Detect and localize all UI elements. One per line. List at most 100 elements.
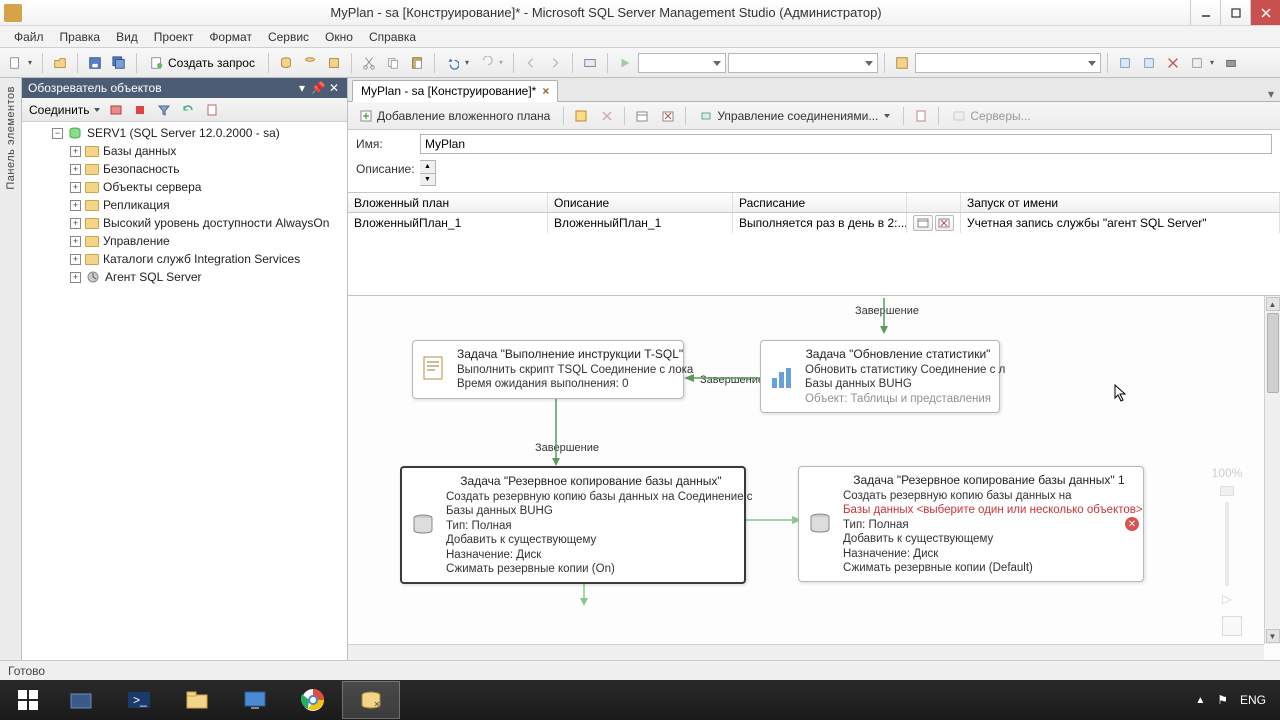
object-explorer-button[interactable] — [1138, 52, 1160, 74]
properties-button[interactable] — [1186, 52, 1208, 74]
taskbar-server-manager[interactable] — [52, 681, 110, 719]
tree-expand-icon[interactable]: + — [70, 164, 81, 175]
db-query-button[interactable] — [275, 52, 297, 74]
manage-connections-button[interactable]: Управление соединениями... — [692, 105, 897, 127]
connect-dropdown[interactable]: Соединить — [26, 103, 103, 117]
redo-button[interactable] — [475, 52, 497, 74]
tree-agent[interactable]: Агент SQL Server — [105, 270, 202, 284]
tree-expand-icon[interactable]: + — [70, 254, 81, 265]
menu-help[interactable]: Справка — [361, 28, 424, 46]
object-tree[interactable]: − SERV1 (SQL Server 12.0.2000 - sa) +Баз… — [22, 122, 347, 660]
tree-management[interactable]: Управление — [103, 234, 170, 248]
menu-file[interactable]: Файл — [6, 28, 52, 46]
db-query-2-button[interactable] — [299, 52, 321, 74]
find-button[interactable] — [579, 52, 601, 74]
schedule-button[interactable] — [631, 105, 653, 127]
document-tab[interactable]: MyPlan - sa [Конструирование]* × — [352, 80, 558, 102]
taskbar-chrome[interactable] — [284, 681, 342, 719]
desc-spinner[interactable]: ▲▼ — [420, 160, 436, 186]
taskbar-powershell[interactable]: >_ — [110, 681, 168, 719]
design-surface[interactable]: Завершение Завершение Завершение Задача … — [348, 296, 1264, 644]
db-combo[interactable] — [638, 53, 726, 73]
tray-flag-icon[interactable]: ⚑ — [1217, 693, 1228, 707]
save-all-button[interactable] — [108, 52, 130, 74]
exec-combo[interactable] — [728, 53, 878, 73]
tree-expand-icon[interactable]: + — [70, 236, 81, 247]
menu-window[interactable]: Окно — [317, 28, 361, 46]
row-name[interactable]: ВложенныйПлан_1 — [348, 213, 548, 233]
horizontal-scrollbar[interactable] — [348, 644, 1264, 660]
tab-menu-button[interactable]: ▾ — [1262, 87, 1280, 101]
logging-button[interactable] — [910, 105, 932, 127]
servers-button[interactable]: Серверы... — [945, 105, 1037, 127]
tree-expand-icon[interactable]: + — [70, 218, 81, 229]
close-button[interactable] — [1250, 0, 1280, 25]
script-button[interactable] — [201, 99, 223, 121]
subplan-props-button[interactable] — [570, 105, 592, 127]
tree-replication[interactable]: Репликация — [103, 198, 170, 212]
panel-pin-button[interactable]: 📌 — [311, 81, 325, 95]
maximize-button[interactable] — [1220, 0, 1250, 25]
taskbar-rdp[interactable] — [226, 681, 284, 719]
row-schedule-button[interactable] — [913, 215, 933, 231]
new-query-button[interactable]: Создать запрос — [143, 52, 262, 74]
save-button[interactable] — [84, 52, 106, 74]
stop-button[interactable] — [129, 99, 151, 121]
nav-fwd-button[interactable] — [544, 52, 566, 74]
row-desc[interactable]: ВложенныйПлан_1 — [548, 213, 733, 233]
miniview-button[interactable] — [1222, 616, 1242, 636]
add-subplan-button[interactable]: Добавление вложенного плана — [352, 105, 557, 127]
tray-chevron-icon[interactable]: ▲ — [1195, 695, 1205, 706]
tree-collapse-icon[interactable]: − — [52, 128, 63, 139]
menu-format[interactable]: Формат — [201, 28, 260, 46]
paste-button[interactable] — [406, 52, 428, 74]
tree-expand-icon[interactable]: + — [70, 272, 81, 283]
tray-lang[interactable]: ENG — [1240, 693, 1266, 707]
row-runas[interactable]: Учетная запись службы "агент SQL Server" — [961, 213, 1280, 233]
remove-schedule-button[interactable] — [657, 105, 679, 127]
col-sched[interactable]: Расписание — [733, 193, 907, 212]
zoom-control[interactable]: 100% ▷ — [1212, 466, 1242, 606]
disconnect-button[interactable] — [105, 99, 127, 121]
vertical-scrollbar[interactable]: ▲ ▼ — [1264, 296, 1280, 644]
menu-service[interactable]: Сервис — [260, 28, 317, 46]
tree-server-objects[interactable]: Объекты сервера — [103, 180, 201, 194]
minimize-button[interactable] — [1190, 0, 1220, 25]
task-tsql[interactable]: Задача "Выполнение инструкции T-SQL" Вып… — [412, 340, 684, 399]
tree-ssis[interactable]: Каталоги служб Integration Services — [103, 252, 300, 266]
tree-security[interactable]: Безопасность — [103, 162, 180, 176]
col-runas[interactable]: Запуск от имени — [961, 193, 1280, 212]
tree-server-label[interactable]: SERV1 (SQL Server 12.0.2000 - sa) — [87, 126, 280, 140]
menu-view[interactable]: Вид — [108, 28, 146, 46]
menu-edit[interactable]: Правка — [52, 28, 109, 46]
registered-servers-button[interactable] — [1114, 52, 1136, 74]
subplan-row[interactable]: ВложенныйПлан_1 ВложенныйПлан_1 Выполняе… — [348, 213, 1280, 233]
subplan-delete-button[interactable] — [596, 105, 618, 127]
db-query-3-button[interactable] — [323, 52, 345, 74]
tree-alwayson[interactable]: Высокий уровень доступности AlwaysOn — [103, 216, 329, 230]
copy-button[interactable] — [382, 52, 404, 74]
toolbox-tab[interactable]: Панель элементов — [0, 78, 22, 660]
nav-back-button[interactable] — [520, 52, 542, 74]
tree-expand-icon[interactable]: + — [70, 182, 81, 193]
plan-name-input[interactable] — [420, 134, 1272, 154]
tab-close-icon[interactable]: × — [542, 84, 549, 98]
row-sched[interactable]: Выполняется раз в день в 2:... — [733, 213, 907, 233]
filter-button[interactable] — [153, 99, 175, 121]
task-backup-2[interactable]: ✕ Задача "Резервное копирование базы дан… — [798, 466, 1144, 582]
cut-button[interactable] — [358, 52, 380, 74]
col-desc[interactable]: Описание — [548, 193, 733, 212]
execute-button[interactable] — [614, 52, 636, 74]
refresh-button[interactable] — [177, 99, 199, 121]
tree-expand-icon[interactable]: + — [70, 146, 81, 157]
start-button[interactable] — [4, 681, 52, 719]
new-button[interactable] — [4, 52, 26, 74]
col-name[interactable]: Вложенный план — [348, 193, 548, 212]
panel-close-button[interactable]: ✕ — [327, 81, 341, 95]
task-backup-1[interactable]: Задача "Резервное копирование базы данны… — [400, 466, 746, 584]
task-update-stats[interactable]: Задача "Обновление статистики" Обновить … — [760, 340, 1000, 413]
tree-expand-icon[interactable]: + — [70, 200, 81, 211]
toolbox-button[interactable] — [1220, 52, 1242, 74]
search-combo[interactable] — [915, 53, 1101, 73]
help-button[interactable] — [891, 52, 913, 74]
